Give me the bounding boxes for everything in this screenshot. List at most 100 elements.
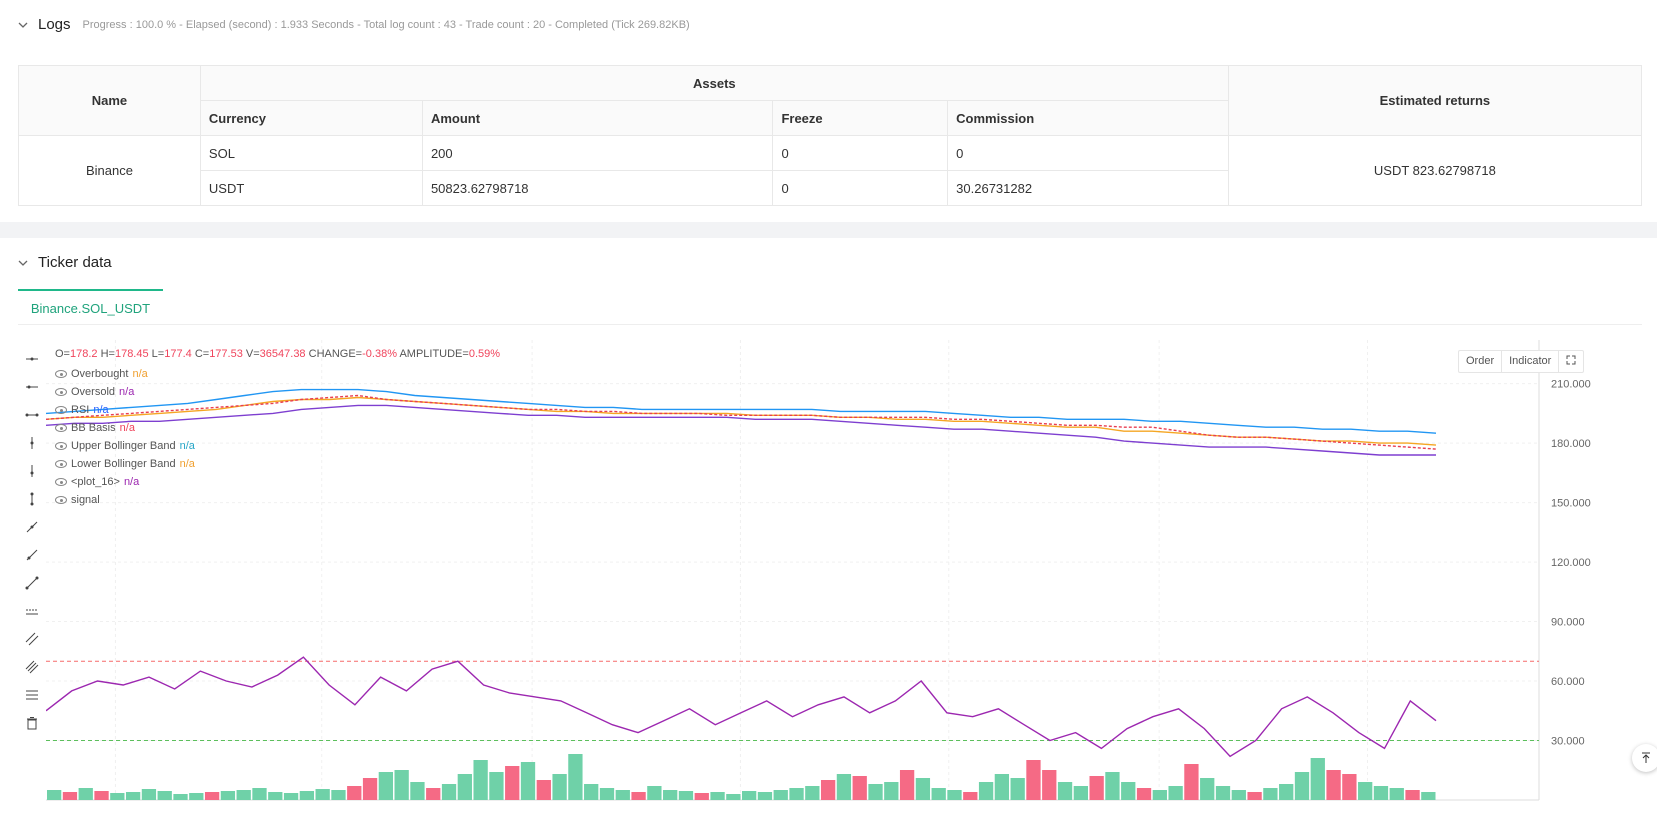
- volume-bar: [773, 790, 788, 800]
- legend-value: n/a: [179, 458, 195, 470]
- logs-header[interactable]: Logs Progress : 100.0 % - Elapsed (secon…: [18, 16, 690, 33]
- volume-bar: [726, 794, 741, 800]
- volume-bar: [947, 790, 962, 800]
- volume-bar: [1231, 790, 1246, 800]
- amplitude-value: 0.59%: [468, 348, 501, 360]
- ticker-title: Ticker data: [38, 254, 112, 271]
- indicator-legend: Overbought n/a Oversold n/a RSI n/a BB Basis n/…: [55, 365, 195, 509]
- cell-amount: 50823.62798718: [421, 170, 774, 206]
- eye-icon[interactable]: [55, 406, 67, 414]
- legend-name: BB Basis: [71, 422, 116, 434]
- volume-bar: [362, 778, 378, 800]
- legend-name: RSI: [71, 404, 90, 416]
- legend-item[interactable]: signal: [55, 491, 195, 509]
- exchange-name: Binance: [18, 135, 201, 206]
- volume-bar: [1389, 788, 1404, 800]
- volume-bar: [457, 774, 472, 800]
- trend-line-icon[interactable]: [18, 513, 46, 541]
- eye-icon[interactable]: [55, 388, 67, 396]
- volume-bar: [268, 792, 283, 800]
- cell-commission: 30.26731282: [947, 170, 1229, 206]
- legend-item[interactable]: BB Basis n/a: [55, 419, 195, 437]
- volume-bar: [125, 792, 141, 800]
- horizontal-ray-icon[interactable]: [18, 373, 46, 401]
- volume-bar: [441, 784, 457, 800]
- fib-channel-icon[interactable]: [18, 653, 46, 681]
- volume-bar: [1215, 786, 1231, 800]
- volume-bar: [568, 754, 583, 800]
- volume-bar: [1057, 782, 1073, 800]
- volume-bar: [915, 778, 931, 800]
- header-currency: Currency: [199, 100, 423, 136]
- volume-bar: [599, 788, 615, 800]
- eye-icon[interactable]: [55, 370, 67, 378]
- price-channel-icon[interactable]: [18, 597, 46, 625]
- volume-bar: [1073, 786, 1088, 800]
- segment-line-icon[interactable]: [18, 569, 46, 597]
- eye-icon[interactable]: [55, 478, 67, 486]
- volume-bar: [757, 792, 773, 800]
- volume-bar: [678, 791, 694, 800]
- volume-bar: [78, 788, 93, 800]
- table-row: Binance SOL 200 0 0 USDT 823.62798718: [18, 135, 1643, 206]
- cell-currency: USDT: [199, 170, 423, 206]
- change-value: -0.38%: [362, 348, 397, 360]
- volume-bar: [110, 793, 125, 800]
- volume-bar: [252, 788, 267, 800]
- header-assets: Assets: [199, 65, 1229, 101]
- volume-bar: [315, 789, 330, 800]
- volume-bar: [189, 793, 204, 800]
- chevron-down-icon[interactable]: [18, 20, 28, 30]
- ray-line-icon[interactable]: [18, 541, 46, 569]
- scroll-top-button[interactable]: [1632, 744, 1657, 772]
- volume-bar: [1168, 786, 1183, 800]
- low-value: 177.4: [164, 348, 192, 360]
- vertical-segment-icon[interactable]: [18, 485, 46, 513]
- legend-item[interactable]: Lower Bollinger Band n/a: [55, 455, 195, 473]
- volume-bar: [584, 784, 599, 800]
- ticker-header[interactable]: Ticker data: [18, 254, 112, 271]
- tab-sol-usdt[interactable]: Binance.SOL_USDT: [18, 289, 163, 325]
- chevron-down-icon[interactable]: [18, 258, 28, 268]
- y-tick-label: 60.000: [1551, 676, 1585, 688]
- y-tick-label: 30.000: [1551, 736, 1585, 748]
- volume-bar: [742, 791, 757, 800]
- fullscreen-icon[interactable]: [1559, 351, 1583, 372]
- volume-bar: [426, 788, 441, 800]
- legend-item[interactable]: Overbought n/a: [55, 365, 195, 383]
- legend-item[interactable]: Oversold n/a: [55, 383, 195, 401]
- horizontal-segment-icon[interactable]: [18, 401, 46, 429]
- volume-bar: [631, 792, 646, 800]
- volume-bar: [331, 790, 346, 800]
- vertical-line-icon[interactable]: [18, 429, 46, 457]
- chart-buttons: Order Indicator: [1458, 350, 1585, 373]
- legend-item[interactable]: <plot_16> n/a: [55, 473, 195, 491]
- volume-bar: [710, 792, 725, 800]
- y-tick-label: 90.000: [1551, 617, 1585, 629]
- volume-bar: [789, 788, 804, 800]
- eye-icon[interactable]: [55, 424, 67, 432]
- indicator-button[interactable]: Indicator: [1502, 351, 1560, 372]
- upper-bollinger-line: [46, 388, 1437, 434]
- vertical-ray-icon[interactable]: [18, 457, 46, 485]
- volume-bar: [410, 782, 425, 800]
- price-chart[interactable]: 210.000 180.000 150.000 120.000 90.000 60.000…: [46, 340, 1591, 805]
- legend-item[interactable]: Upper Bollinger Band n/a: [55, 437, 195, 455]
- open-value: 178.2: [69, 348, 98, 360]
- volume-value: 36547.38: [259, 348, 306, 360]
- order-button[interactable]: Order: [1459, 351, 1503, 372]
- fib-retracement-icon[interactable]: [18, 681, 46, 709]
- volume-bar: [1263, 788, 1278, 800]
- header-freeze: Freeze: [772, 100, 949, 136]
- legend-value: n/a: [179, 440, 195, 452]
- eye-icon[interactable]: [55, 460, 67, 468]
- legend-item[interactable]: RSI n/a: [55, 401, 195, 419]
- volume-bar: [805, 786, 820, 800]
- eye-icon[interactable]: [55, 496, 67, 504]
- trash-icon[interactable]: [18, 709, 46, 737]
- volume-bar: [1279, 784, 1294, 800]
- horizontal-line-icon[interactable]: [18, 345, 46, 373]
- eye-icon[interactable]: [55, 442, 67, 450]
- volume-bar: [1326, 770, 1341, 800]
- parallel-channel-icon[interactable]: [18, 625, 46, 653]
